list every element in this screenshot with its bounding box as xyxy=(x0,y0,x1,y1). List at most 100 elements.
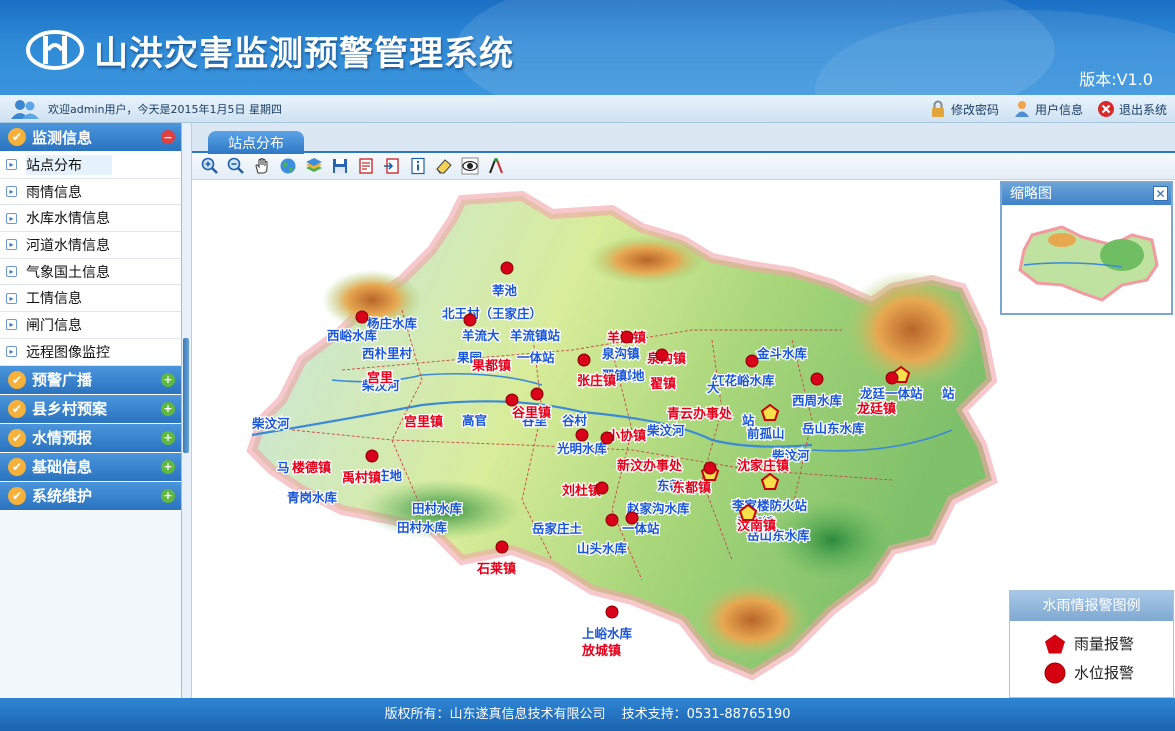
tab-site-distribution[interactable]: 站点分布 xyxy=(208,131,304,154)
main-content: 站点分布 莘池 北王村（王家庄） 杨庄水库 西峪水库 西朴里村 羊流大 羊流镇站… xyxy=(192,123,1175,698)
sidebar-item-rain-info[interactable]: ▸ 雨情信息 xyxy=(0,178,181,206)
sidebar-section-monitoring[interactable]: ✔ 监测信息 − xyxy=(0,123,181,152)
sidebar-item-works-info[interactable]: ▸ 工情信息 xyxy=(0,285,181,313)
sidebar-item-gate-info[interactable]: ▸ 闸门信息 xyxy=(0,312,181,339)
close-icon[interactable]: ✕ xyxy=(1153,186,1168,201)
measure-icon[interactable] xyxy=(486,156,506,176)
exit-system-button[interactable]: 退出系统 xyxy=(1097,98,1167,120)
expand-icon[interactable]: + xyxy=(161,372,175,387)
sidebar-section-maintenance[interactable]: ✔ 系统维护 + xyxy=(0,481,181,511)
user-info-button[interactable]: 用户信息 xyxy=(1013,98,1083,120)
print-icon[interactable] xyxy=(356,156,376,176)
section-label: 监测信息 xyxy=(32,128,93,147)
sidebar-item-label: 气象国土信息 xyxy=(26,264,110,281)
water-alarm-marker[interactable] xyxy=(595,481,609,495)
water-alarm-marker[interactable] xyxy=(463,313,477,327)
map-label-town: 果都镇 xyxy=(471,358,511,374)
water-alarm-marker[interactable] xyxy=(355,310,369,324)
water-alarm-marker[interactable] xyxy=(530,387,544,401)
eye-icon[interactable] xyxy=(460,156,480,176)
user-icon xyxy=(1014,101,1029,117)
map-label-station: 岳家庄土 xyxy=(532,521,583,536)
lock-icon xyxy=(931,100,944,117)
expand-icon[interactable]: + xyxy=(161,459,175,474)
app-header: 山洪灾害监测预警管理系统 版本:V1.0 xyxy=(0,0,1175,95)
map-label-town: 禹村镇 xyxy=(342,470,381,486)
pan-hand-icon[interactable] xyxy=(252,156,272,176)
app-title: 山洪灾害监测预警管理系统 xyxy=(94,34,514,74)
map-label-station: 龙廷一体站 xyxy=(859,386,923,401)
sidebar-item-label: 远程图像监控 xyxy=(26,344,110,361)
splitter-grip[interactable] xyxy=(183,338,189,453)
map-label-town: 刘杜镇 xyxy=(562,483,601,499)
water-alarm-marker[interactable] xyxy=(703,461,717,475)
water-alarm-marker[interactable] xyxy=(655,348,669,362)
info-icon[interactable] xyxy=(408,156,428,176)
eraser-icon[interactable] xyxy=(434,156,454,176)
water-alarm-marker[interactable] xyxy=(365,449,379,463)
overview-title-text: 缩略图 xyxy=(1010,186,1052,202)
collapse-icon[interactable]: − xyxy=(161,130,175,144)
check-icon: ✔ xyxy=(8,128,26,146)
sidebar-splitter[interactable] xyxy=(182,123,192,698)
map-label-station: 田村水库 xyxy=(397,520,448,535)
save-icon[interactable] xyxy=(330,156,350,176)
expand-icon[interactable]: + xyxy=(161,401,175,416)
globe-icon[interactable] xyxy=(278,156,298,176)
water-alarm-marker[interactable] xyxy=(500,261,514,275)
map-label-town: 宫里镇 xyxy=(404,414,443,430)
water-alarm-marker[interactable] xyxy=(625,511,639,525)
mountain-shade xyxy=(692,580,812,660)
sidebar-item-reservoir-info[interactable]: ▸ 水库水情信息 xyxy=(0,205,181,233)
export-icon[interactable] xyxy=(382,156,402,176)
water-alarm-marker[interactable] xyxy=(745,354,759,368)
sidebar-item-label: 闸门信息 xyxy=(26,317,82,334)
map-label-station: 站 xyxy=(942,386,955,401)
sidebar-item-label: 雨情信息 xyxy=(26,184,82,201)
expand-icon[interactable]: + xyxy=(161,430,175,445)
layers-icon[interactable] xyxy=(304,156,324,176)
map-label-station: 山头水库 xyxy=(577,541,628,556)
sidebar-section-broadcast[interactable]: ✔ 预警广播 + xyxy=(0,365,181,395)
water-alarm-marker[interactable] xyxy=(505,393,519,407)
sidebar-item-site-distribution[interactable]: ▸ 站点分布 xyxy=(0,152,181,179)
water-alarm-marker[interactable] xyxy=(605,605,619,619)
zoom-in-icon[interactable] xyxy=(200,156,220,176)
sidebar-item-weather-land[interactable]: ▸ 气象国土信息 xyxy=(0,258,181,286)
overview-map[interactable] xyxy=(1002,205,1171,313)
expand-icon[interactable]: + xyxy=(161,488,175,503)
tab-bar: 站点分布 xyxy=(192,123,1175,154)
map-label-station: 莘池 xyxy=(492,283,518,298)
sidebar-item-label: 河道水情信息 xyxy=(26,237,110,254)
legend-label: 水位报警 xyxy=(1074,664,1135,682)
water-alarm-marker[interactable] xyxy=(575,428,589,442)
zoom-out-icon[interactable] xyxy=(226,156,246,176)
user-bar: 欢迎admin用户，今天是2015年1月5日 星期四 修改密码 用户信息 退出系… xyxy=(0,95,1175,123)
water-alarm-marker[interactable] xyxy=(577,353,591,367)
sidebar-item-remote-image[interactable]: ▸ 远程图像监控 xyxy=(0,338,181,366)
map-label-station: 前孤山 xyxy=(747,426,785,441)
change-password-button[interactable]: 修改密码 xyxy=(929,98,999,120)
water-alarm-marker[interactable] xyxy=(810,372,824,386)
water-alarm-marker[interactable] xyxy=(600,431,614,445)
sidebar-section-basic-info[interactable]: ✔ 基础信息 + xyxy=(0,452,181,482)
map-canvas[interactable]: 莘池 北王村（王家庄） 杨庄水库 西峪水库 西朴里村 羊流大 羊流镇站 果园 一体站 泉沟镇 翟镇站… xyxy=(192,180,1175,698)
sidebar-section-forecast[interactable]: ✔ 水情预报 + xyxy=(0,423,181,453)
arrow-right-icon: ▸ xyxy=(6,266,17,278)
exit-icon xyxy=(1097,101,1114,117)
users-icon xyxy=(11,100,39,119)
water-alarm-marker[interactable] xyxy=(605,513,619,527)
sidebar-item-river-info[interactable]: ▸ 河道水情信息 xyxy=(0,232,181,259)
map-label-station: 青岗水库 xyxy=(287,490,338,505)
footer: 版权所有：山东遂真信息技术有限公司 技术支持：0531-88765190 xyxy=(0,698,1175,731)
sidebar-section-plans[interactable]: ✔ 县乡村预案 + xyxy=(0,394,181,424)
legend-title: 水雨情报警图例 xyxy=(1010,591,1173,621)
water-alarm-marker[interactable] xyxy=(495,540,509,554)
map-label-station: 大 xyxy=(707,380,720,395)
map-label-station: 羊流镇站 xyxy=(510,328,561,343)
map-label-station: 西周水库 xyxy=(792,393,843,408)
water-alarm-marker[interactable] xyxy=(620,330,634,344)
exit-system-label: 退出系统 xyxy=(1118,102,1167,117)
water-alarm-marker[interactable] xyxy=(885,371,899,385)
map-label-station: 一体站 xyxy=(622,521,660,536)
